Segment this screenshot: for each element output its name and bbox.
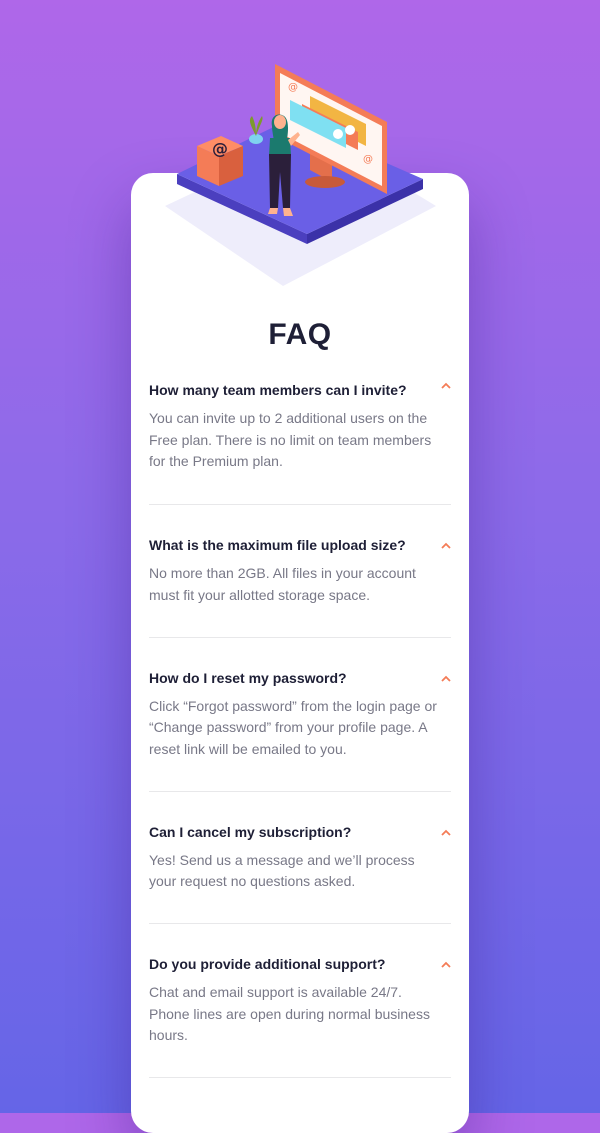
chevron-up-icon bbox=[441, 382, 451, 389]
faq-item: Do you provide additional support? Chat … bbox=[149, 924, 451, 1079]
page-title: FAQ bbox=[268, 318, 332, 351]
screen-dot-icon bbox=[333, 129, 343, 139]
at-sign-icon: @ bbox=[363, 154, 373, 165]
faq-question: How many team members can I invite? bbox=[149, 382, 407, 398]
at-sign-icon: @ bbox=[212, 139, 228, 158]
faq-card: FAQ How many team members can I invite? … bbox=[131, 173, 469, 1133]
chevron-up-icon bbox=[441, 961, 451, 968]
plant-leaves-shape bbox=[249, 116, 263, 136]
faq-item: What is the maximum file upload size? No… bbox=[149, 505, 451, 638]
woman-head-shape bbox=[274, 115, 286, 129]
faq-item: How do I reset my password? Click “Forgo… bbox=[149, 638, 451, 792]
faq-answer: You can invite up to 2 additional users … bbox=[149, 410, 432, 470]
faq-question-toggle[interactable]: What is the maximum file upload size? bbox=[149, 505, 451, 555]
chevron-up-icon bbox=[441, 542, 451, 549]
screen-dot-icon bbox=[345, 125, 355, 135]
faq-item: Can I cancel my subscription? Yes! Send … bbox=[149, 792, 451, 925]
faq-item: How many team members can I invite? You … bbox=[149, 375, 451, 506]
faq-question: How do I reset my password? bbox=[149, 669, 347, 686]
chevron-up-icon bbox=[441, 829, 451, 836]
woman-top-shape bbox=[269, 138, 291, 156]
faq-answer: Yes! Send us a message and we’ll process… bbox=[149, 851, 415, 890]
faq-answer: Click “Forgot password” from the login p… bbox=[149, 697, 437, 757]
faq-list: How many team members can I invite? You … bbox=[149, 375, 451, 1079]
faq-question: Do you provide additional support? bbox=[149, 956, 386, 973]
monitor-base-shape bbox=[305, 176, 345, 188]
plant-pot-shape bbox=[249, 134, 263, 144]
faq-question: Can I cancel my subscription? bbox=[149, 823, 352, 840]
at-sign-icon: @ bbox=[288, 82, 298, 93]
faq-question-toggle[interactable]: Do you provide additional support? bbox=[149, 924, 451, 974]
woman-at-online-desk-illustration: @ @ @ bbox=[165, 64, 436, 286]
chevron-up-icon bbox=[441, 675, 451, 682]
faq-answer: Chat and email support is available 24/7… bbox=[149, 984, 430, 1044]
faq-question-toggle[interactable]: How do I reset my password? bbox=[149, 638, 451, 688]
faq-question-toggle[interactable]: How many team members can I invite? bbox=[149, 375, 451, 400]
faq-question-toggle[interactable]: Can I cancel my subscription? bbox=[149, 792, 451, 842]
faq-answer: No more than 2GB. All files in your acco… bbox=[149, 565, 416, 603]
faq-question: What is the maximum file upload size? bbox=[149, 537, 406, 554]
